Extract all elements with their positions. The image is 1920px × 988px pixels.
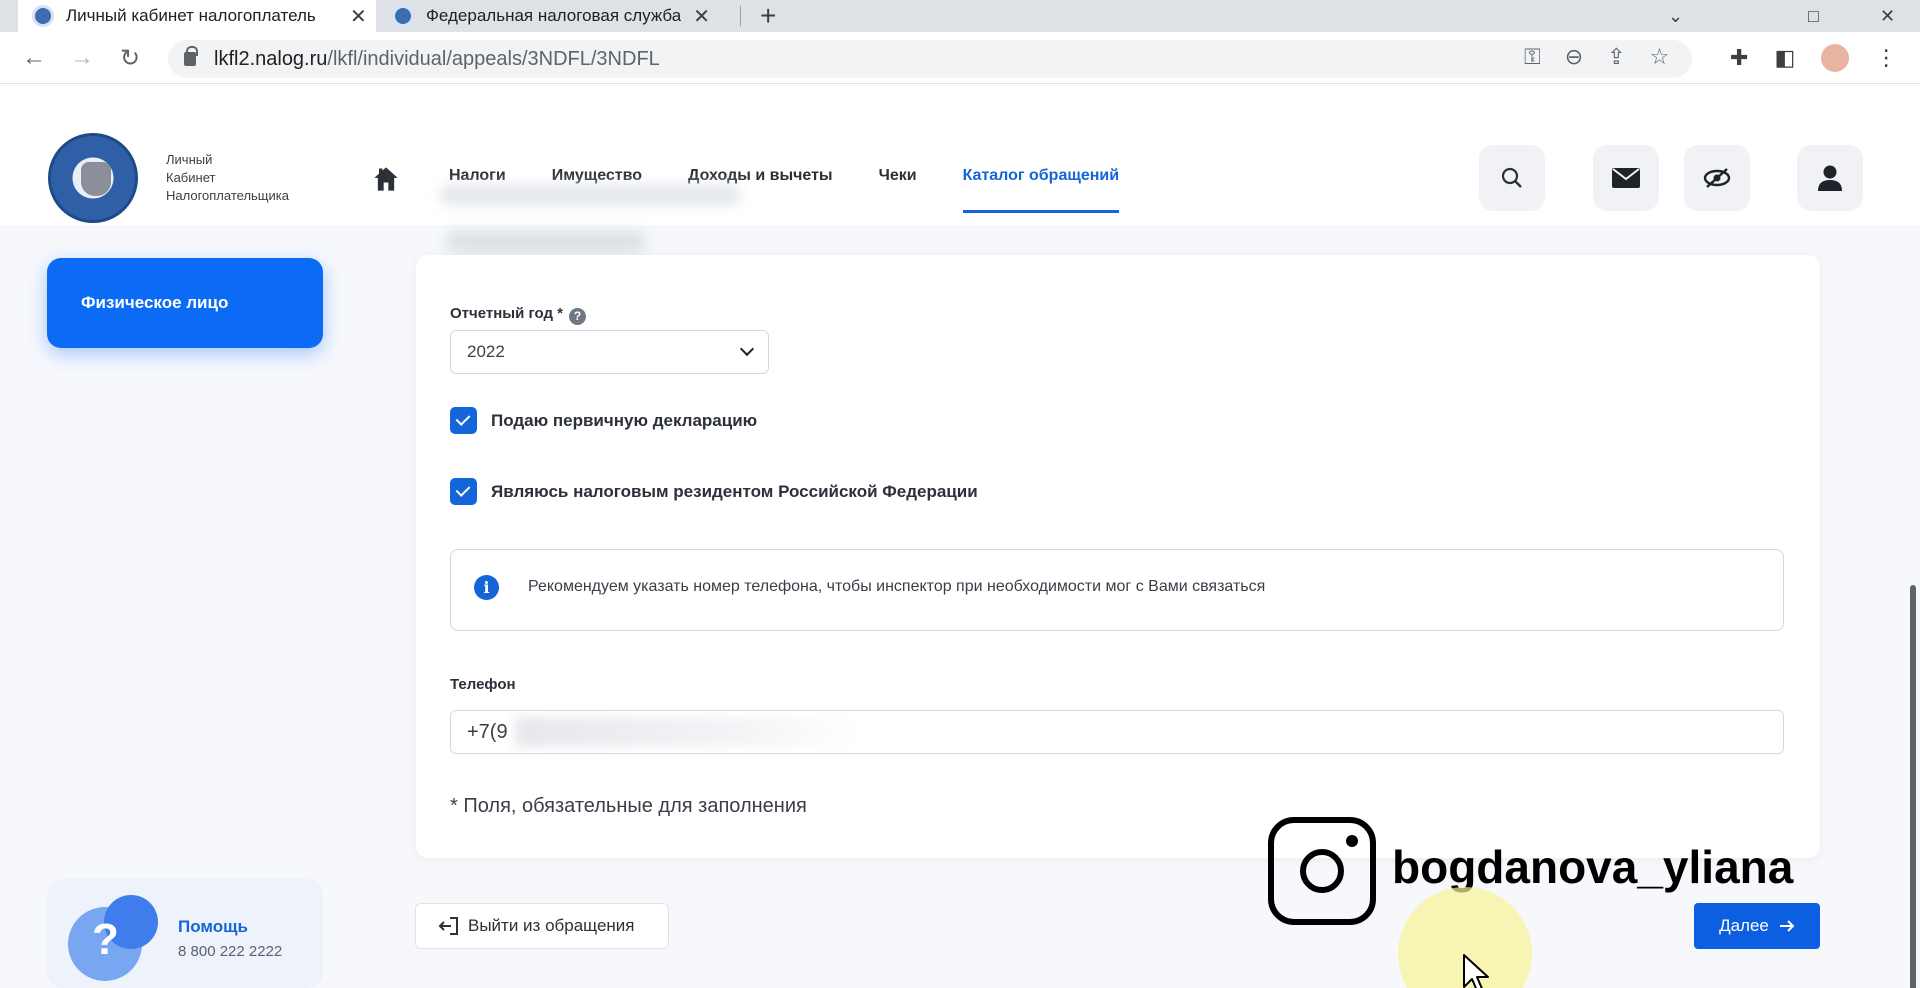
user-icon [1818, 165, 1842, 191]
new-tab-button[interactable]: + [760, 0, 776, 32]
exit-appeal-button[interactable]: Выйти из обращения [415, 903, 669, 949]
blurred-section-title [446, 231, 646, 253]
help-icon[interactable]: ? [569, 308, 587, 325]
next-button[interactable]: Далее [1694, 903, 1820, 949]
menu-icon[interactable]: ⋮ [1875, 45, 1897, 71]
nav-item-receipts[interactable]: Чеки [879, 167, 917, 185]
browser-toolbar: ← → ↻ lkfl2.nalog.ru/lkfl/individual/app… [0, 32, 1920, 84]
minimize-icon[interactable]: ⌄ [1668, 0, 1683, 32]
close-window-icon[interactable]: ✕ [1880, 0, 1895, 32]
nav-item-property[interactable]: Имущество [552, 167, 642, 185]
main-nav: Налоги Имущество Доходы и вычеты Чеки Ка… [449, 167, 1119, 213]
phone-label: Телефон [450, 676, 516, 693]
tab-fns[interactable]: Федеральная налоговая служба ✕ [392, 0, 732, 32]
fns-favicon-icon [32, 5, 54, 27]
mail-icon [1612, 168, 1640, 188]
back-icon[interactable]: ← [22, 44, 46, 72]
close-tab-icon[interactable]: ✕ [350, 4, 367, 29]
close-tab-icon[interactable]: ✕ [693, 4, 710, 29]
site-header: Личный Кабинет Налогоплательщика Налоги … [0, 85, 1920, 225]
puzzle-icon[interactable]: ✚ [1730, 45, 1748, 71]
maximize-icon[interactable]: □ [1808, 0, 1819, 32]
phone-redaction [515, 717, 855, 747]
address-bar[interactable]: lkfl2.nalog.ru/lkfl/individual/appeals/3… [168, 40, 1692, 78]
browser-tab-bar: Личный кабинет налогоплатель ✕ Федеральн… [0, 0, 1920, 32]
year-label: Отчетный год *? [450, 305, 587, 325]
forward-icon[interactable]: → [70, 44, 94, 72]
tab-lkfl[interactable]: Личный кабинет налогоплатель ✕ [18, 0, 376, 32]
info-icon: i [474, 575, 499, 600]
tab-title: Федеральная налоговая служба [426, 6, 682, 25]
tab-title: Личный кабинет налогоплатель [66, 6, 316, 25]
reload-icon[interactable]: ↻ [120, 44, 140, 73]
page-content: Личный Кабинет Налогоплательщика Налоги … [0, 85, 1920, 988]
nav-item-taxes[interactable]: Налоги [449, 167, 506, 185]
instagram-handle: bogdanova_yliana [1392, 841, 1794, 893]
primary-declaration-checkbox[interactable] [450, 407, 477, 434]
required-fields-note: * Поля, обязательные для заполнения [450, 795, 807, 817]
tax-resident-label[interactable]: Являюсь налоговым резидентом Российской … [491, 482, 978, 502]
year-select[interactable]: 2022 [450, 330, 769, 374]
chevron-down-icon [739, 341, 755, 357]
year-value: 2022 [467, 342, 505, 361]
phone-value: +7(9 [467, 720, 508, 743]
sidebar-individual-button[interactable]: Физическое лицо [47, 258, 323, 348]
mouse-cursor-icon [1463, 954, 1489, 988]
profile-avatar[interactable] [1821, 44, 1850, 72]
help-title[interactable]: Помощь [178, 917, 248, 937]
logo-text: Личный Кабинет Налогоплательщика [166, 152, 289, 203]
fns-emblem-logo[interactable] [48, 133, 138, 223]
help-phone: 8 800 222 2222 [178, 943, 283, 960]
tab-divider [740, 6, 741, 26]
profile-button[interactable] [1797, 145, 1863, 211]
sidepanel-icon[interactable]: ◧ [1774, 45, 1795, 71]
page-scrollbar[interactable] [1910, 585, 1916, 988]
url-text: lkfl2.nalog.ru/lkfl/individual/appeals/3… [214, 47, 660, 70]
question-icon: ? [92, 915, 119, 964]
accessibility-button[interactable] [1684, 145, 1750, 211]
nav-item-appeals-catalog[interactable]: Каталог обращений [962, 167, 1119, 213]
eye-off-icon [1703, 168, 1731, 188]
zoom-icon[interactable]: ⊖ [1565, 44, 1583, 70]
blurred-breadcrumb [440, 185, 740, 205]
arrow-right-icon [1779, 920, 1795, 932]
home-icon[interactable] [372, 165, 400, 193]
exit-icon [438, 917, 458, 935]
primary-declaration-label[interactable]: Подаю первичную декларацию [491, 411, 757, 431]
info-text: Рекомендуем указать номер телефона, чтоб… [528, 578, 1266, 595]
lock-icon [184, 46, 198, 66]
search-button[interactable] [1479, 145, 1545, 211]
star-icon[interactable]: ☆ [1650, 44, 1670, 70]
key-icon[interactable]: ⚿ [1524, 44, 1541, 70]
tax-resident-checkbox[interactable] [450, 478, 477, 505]
exit-label: Выйти из обращения [468, 916, 635, 935]
nav-item-income-deductions[interactable]: Доходы и вычеты [688, 167, 833, 185]
fns-favicon-icon [392, 5, 414, 27]
next-label: Далее [1719, 916, 1769, 935]
search-icon [1501, 167, 1522, 188]
instagram-logo-icon [1268, 817, 1376, 925]
share-icon[interactable]: ⇪ [1607, 44, 1625, 70]
messages-button[interactable] [1593, 145, 1659, 211]
